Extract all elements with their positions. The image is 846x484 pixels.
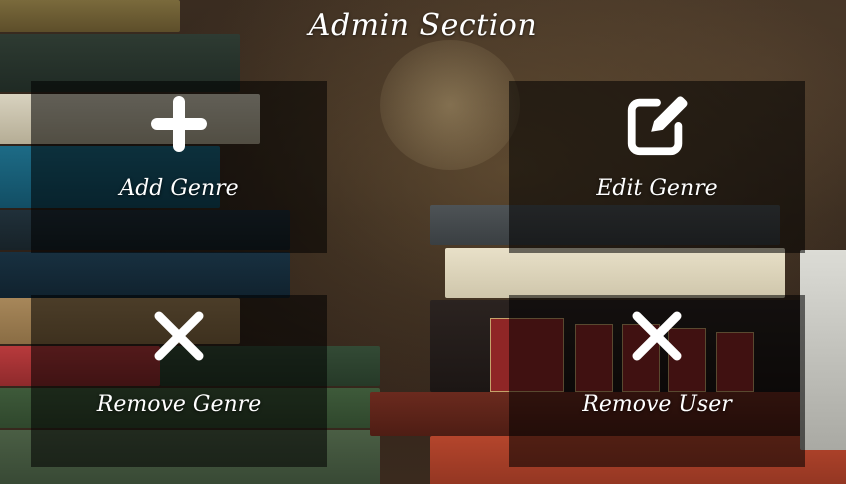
- edit-genre-label: Edit Genre: [596, 176, 718, 201]
- book-spine: [0, 252, 290, 298]
- remove-user-button[interactable]: Remove User: [509, 295, 805, 467]
- page-title: Admin Section: [308, 8, 538, 43]
- remove-genre-button[interactable]: Remove Genre: [31, 295, 327, 467]
- remove-user-label: Remove User: [582, 392, 732, 417]
- plus-icon: [144, 89, 214, 159]
- edit-genre-button[interactable]: Edit Genre: [509, 81, 805, 253]
- add-genre-button[interactable]: Add Genre: [31, 81, 327, 253]
- background-light: [380, 40, 520, 170]
- close-icon: [622, 301, 692, 371]
- remove-genre-label: Remove Genre: [96, 392, 262, 417]
- close-icon: [144, 301, 214, 371]
- book-spine: [445, 248, 785, 298]
- book-spine: [800, 250, 846, 450]
- add-genre-label: Add Genre: [119, 176, 239, 201]
- edit-icon: [622, 89, 692, 159]
